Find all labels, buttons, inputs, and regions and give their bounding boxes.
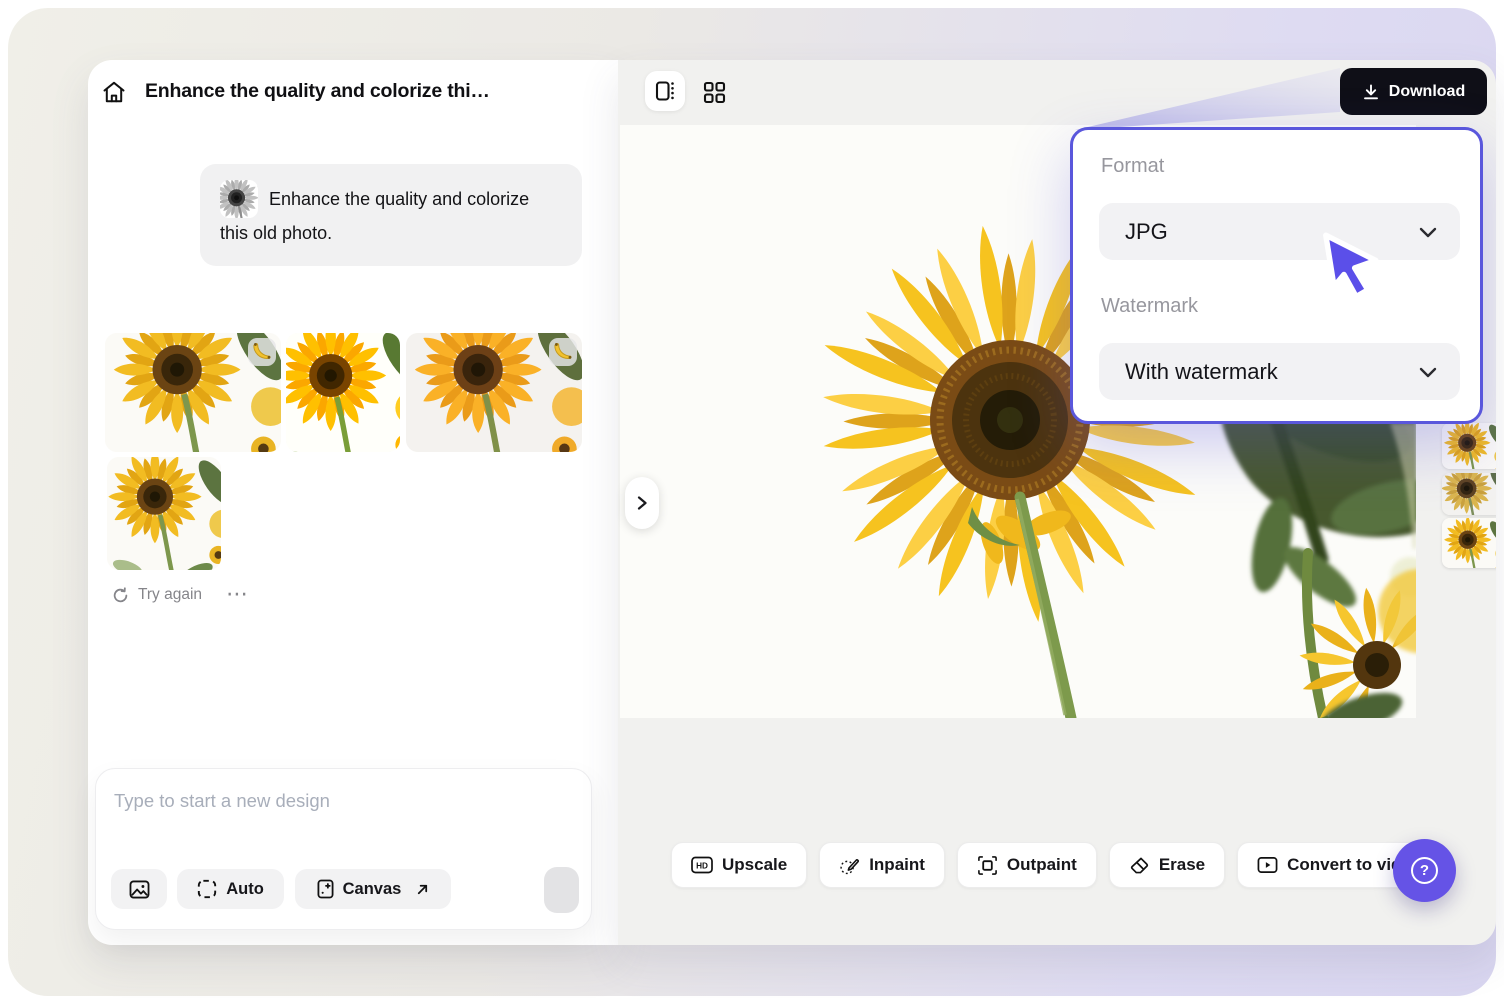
- banana-icon: [248, 338, 276, 366]
- hd-icon: HD: [691, 856, 713, 874]
- refresh-icon: [112, 587, 129, 604]
- result-thumbnail-1[interactable]: [105, 333, 281, 452]
- svg-text:HD: HD: [696, 862, 708, 871]
- chat-message-text: Enhance the quality and colorize this ol…: [220, 189, 529, 243]
- auto-label: Auto: [226, 880, 264, 899]
- send-button[interactable]: [544, 867, 579, 913]
- chevron-right-icon: [635, 495, 649, 511]
- panel-view-icon: [653, 79, 677, 103]
- model-badge: [549, 338, 577, 366]
- download-icon: [1362, 83, 1380, 101]
- variant-thumbnail-3[interactable]: [1442, 518, 1496, 568]
- export-options-panel: Format JPG Watermark With watermark: [1070, 127, 1483, 424]
- attachment-thumbnail: [220, 180, 258, 218]
- watermark-label: Watermark: [1101, 295, 1198, 318]
- format-value: JPG: [1125, 219, 1168, 245]
- canvas-mode-button[interactable]: Canvas: [295, 869, 451, 909]
- try-again-button[interactable]: Try again: [112, 586, 202, 604]
- more-options-button[interactable]: ⋯: [226, 581, 249, 607]
- result-thumbnail-2[interactable]: [286, 333, 400, 452]
- inpaint-button[interactable]: Inpaint: [819, 842, 945, 888]
- help-button[interactable]: ?: [1393, 839, 1456, 902]
- try-again-label: Try again: [138, 586, 202, 604]
- add-image-button[interactable]: [111, 869, 167, 909]
- outpaint-button[interactable]: Outpaint: [957, 842, 1097, 888]
- download-button[interactable]: Download: [1340, 68, 1487, 115]
- prompt-input[interactable]: [114, 785, 564, 817]
- format-select[interactable]: JPG: [1099, 203, 1460, 260]
- edit-toolbar: HD Upscale Inpaint Outpaint: [671, 842, 1421, 888]
- canvas-area: Download Format JPG Watermark With water…: [618, 60, 1496, 945]
- outpaint-label: Outpaint: [1007, 855, 1077, 875]
- image-icon: [129, 880, 150, 899]
- home-icon: [101, 79, 127, 105]
- canvas-icon: [317, 879, 334, 899]
- download-label: Download: [1389, 83, 1465, 101]
- auto-frame-icon: [197, 879, 217, 899]
- chat-message: Enhance the quality and colorize this ol…: [200, 164, 582, 266]
- inpaint-brush-icon: [839, 855, 860, 876]
- erase-label: Erase: [1159, 855, 1205, 875]
- auto-size-button[interactable]: Auto: [177, 869, 284, 909]
- external-arrow-icon: [416, 883, 429, 896]
- session-title: Enhance the quality and colorize thi…: [145, 80, 490, 103]
- upscale-button[interactable]: HD Upscale: [671, 842, 807, 888]
- canvas-label: Canvas: [343, 880, 402, 899]
- format-label: Format: [1101, 155, 1164, 178]
- question-mark-icon: ?: [1411, 857, 1438, 884]
- sidebar-expand-button[interactable]: [625, 477, 659, 529]
- home-button[interactable]: [100, 78, 128, 106]
- watermark-value: With watermark: [1125, 359, 1278, 385]
- screen: Enhance the quality and colorize thi… En…: [0, 0, 1504, 1004]
- chevron-down-icon: [1416, 360, 1440, 384]
- erase-button[interactable]: Erase: [1109, 842, 1225, 888]
- upscale-label: Upscale: [722, 855, 787, 875]
- banana-icon: [549, 338, 577, 366]
- chat-sidebar: Enhance the quality and colorize thi… En…: [88, 60, 618, 945]
- result-thumbnail-3[interactable]: [406, 333, 582, 452]
- variant-thumbnail-1[interactable]: [1442, 423, 1496, 469]
- chevron-down-icon: [1416, 220, 1440, 244]
- single-view-button[interactable]: [645, 71, 685, 111]
- video-icon: [1257, 856, 1278, 874]
- grid-view-icon: [703, 81, 726, 104]
- prompt-composer: Auto Canvas: [95, 768, 592, 930]
- convert-to-video-label: Convert to vid: [1287, 855, 1401, 875]
- inpaint-label: Inpaint: [869, 855, 925, 875]
- grid-view-button[interactable]: [701, 79, 727, 105]
- model-badge: [248, 338, 276, 366]
- watermark-select[interactable]: With watermark: [1099, 343, 1460, 400]
- variant-thumbnail-2[interactable]: [1442, 473, 1496, 515]
- outpaint-frame-icon: [977, 855, 998, 876]
- result-thumbnail-4[interactable]: [107, 457, 221, 570]
- eraser-icon: [1129, 855, 1150, 876]
